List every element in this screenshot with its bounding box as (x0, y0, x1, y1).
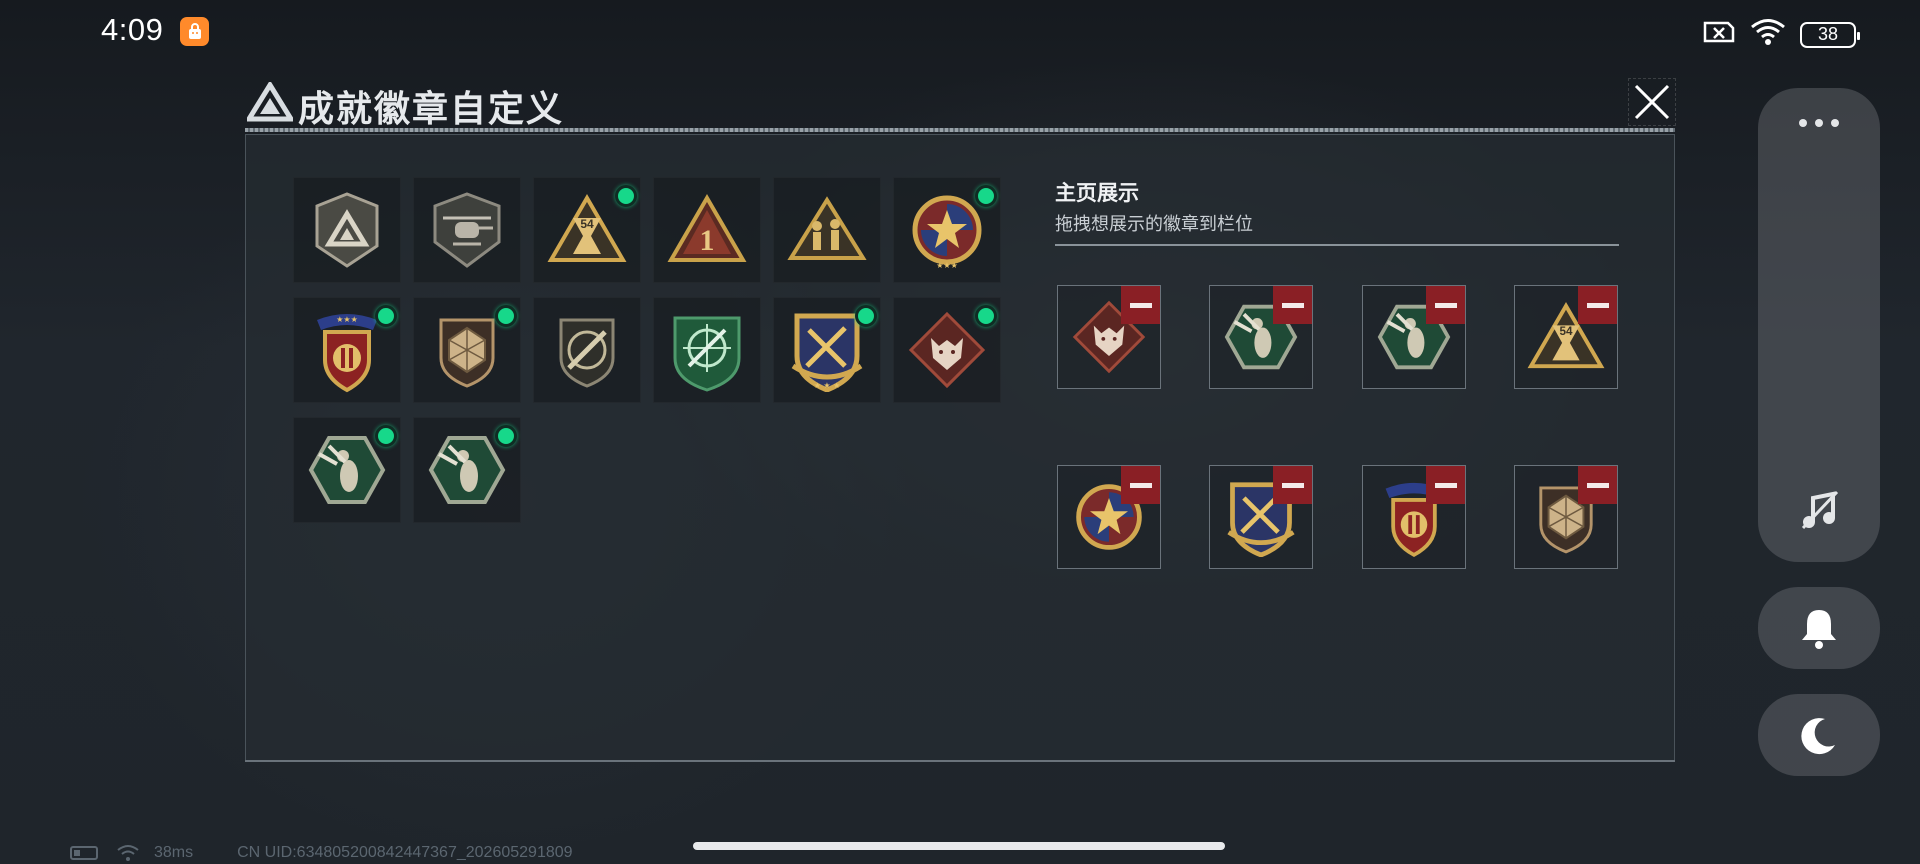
remove-button[interactable] (1578, 466, 1617, 504)
showcase-slot[interactable] (1209, 465, 1313, 569)
svg-text:★ ★ ★: ★ ★ ★ (814, 381, 841, 390)
new-badge-dot (375, 305, 397, 327)
status-bar: 4:09 38 (0, 0, 1920, 62)
remove-button[interactable] (1578, 286, 1617, 324)
shopping-app-icon (180, 17, 209, 46)
showcase-slot[interactable] (1057, 285, 1161, 389)
dialog-header: 成就徽章自定义 (240, 72, 1676, 132)
badge-cell[interactable]: ★ ★ ★ (773, 297, 881, 403)
badge-cell[interactable] (293, 417, 401, 523)
minus-icon (1281, 482, 1304, 488)
minus-icon (1129, 302, 1152, 308)
bell-icon (1802, 610, 1836, 649)
ping-value: 38ms (154, 844, 194, 861)
remove-button[interactable] (1273, 286, 1312, 324)
number-1-badge-icon: 1 (667, 194, 747, 262)
remove-button[interactable] (1426, 466, 1465, 504)
floating-control-panel (1758, 88, 1880, 562)
badge-cell[interactable] (413, 297, 521, 403)
star-medal-badge-icon: ★★★ (912, 195, 982, 270)
helicopter-badge-icon (433, 192, 501, 268)
showcase-divider (1055, 244, 1619, 246)
showcase-slot[interactable] (1514, 465, 1618, 569)
new-badge-dot (495, 425, 517, 447)
showcase-slot[interactable] (1057, 465, 1161, 569)
uid-text: CN UID:634805200842447367_202605291809 (237, 844, 573, 861)
badge-cell[interactable]: ★★★ (893, 177, 1001, 283)
remove-button[interactable] (1426, 286, 1465, 324)
minus-icon (1281, 302, 1304, 308)
svg-text:54: 54 (580, 217, 594, 231)
remove-button[interactable] (1121, 286, 1160, 324)
moon-icon (1801, 718, 1835, 755)
close-button[interactable] (1628, 78, 1676, 126)
new-badge-dot (855, 305, 877, 327)
new-badge-dot (975, 305, 997, 327)
svg-text:1: 1 (700, 224, 715, 257)
badge-cell[interactable]: 1 (653, 177, 761, 283)
wasp-badge-icon (428, 436, 506, 504)
tri-logo-badge-icon (315, 192, 379, 268)
minus-icon (1586, 482, 1609, 488)
status-time: 4:09 (101, 12, 164, 47)
badge-cell[interactable] (533, 297, 641, 403)
wifi-signal-icon (117, 845, 139, 861)
badge-cell[interactable] (413, 417, 521, 523)
remove-button[interactable] (1121, 466, 1160, 504)
badge-cell[interactable] (413, 177, 521, 283)
badge-cell[interactable]: 54 (533, 177, 641, 283)
rifle-shield-badge-icon (559, 318, 615, 388)
badge-cell[interactable] (653, 297, 761, 403)
battery-low-icon (70, 846, 98, 860)
svg-text:54: 54 (1560, 325, 1573, 338)
svg-text:★★★: ★★★ (936, 261, 958, 270)
showcase-slot[interactable] (1362, 285, 1466, 389)
crossed-swords-badge-icon: ★ ★ ★ (791, 313, 863, 392)
home-indicator[interactable] (693, 842, 1225, 850)
sim-error-icon (1702, 19, 1736, 50)
svg-text:★★★: ★★★ (336, 315, 358, 324)
triangle-logo-icon (244, 80, 296, 127)
soldiers-badge-icon (787, 196, 867, 260)
hex-shield-badge-icon (439, 318, 495, 388)
status-icons: 38 (1702, 18, 1860, 51)
dialog-title: 成就徽章自定义 (298, 88, 565, 129)
showcase-slot[interactable] (1362, 465, 1466, 569)
new-badge-dot (615, 185, 637, 207)
green-crosshair-badge-icon (673, 316, 741, 392)
minus-icon (1129, 482, 1152, 488)
showcase-hint: 拖拽想展示的徽章到栏位 (1055, 214, 1253, 234)
minus-icon (1434, 302, 1457, 308)
close-icon (1634, 84, 1670, 120)
wolf-badge-icon (908, 311, 986, 389)
connection-info: 38ms CN UID:634805200842447367_202605291… (70, 844, 573, 862)
wifi-icon (1750, 18, 1786, 51)
new-badge-dot (375, 425, 397, 447)
badge-cell[interactable] (893, 297, 1001, 403)
showcase-slot[interactable] (1209, 285, 1313, 389)
minus-icon (1586, 302, 1609, 308)
battery-level: 38 (1817, 24, 1839, 44)
more-options-icon[interactable] (1795, 116, 1843, 128)
new-badge-dot (975, 185, 997, 207)
ribbon-shield-badge-icon: ★★★ (317, 314, 377, 393)
showcase-title: 主页展示 (1055, 182, 1139, 205)
wasp-badge-icon (308, 436, 386, 504)
badge-cell[interactable]: ★★★ (293, 297, 401, 403)
showcase-slot[interactable]: 54 (1514, 285, 1618, 389)
remove-button[interactable] (1273, 466, 1312, 504)
music-off-icon[interactable] (1797, 488, 1841, 532)
54-hourglass-badge-icon: 54 (547, 194, 627, 262)
minus-icon (1434, 482, 1457, 488)
battery-indicator: 38 (1800, 21, 1860, 48)
panel-bottom-edge (245, 760, 1675, 762)
new-badge-dot (495, 305, 517, 327)
notification-button[interactable] (1758, 587, 1880, 669)
badge-cell[interactable] (773, 177, 881, 283)
badge-cell[interactable] (293, 177, 401, 283)
title-divider (245, 128, 1675, 132)
night-mode-button[interactable] (1758, 694, 1880, 776)
